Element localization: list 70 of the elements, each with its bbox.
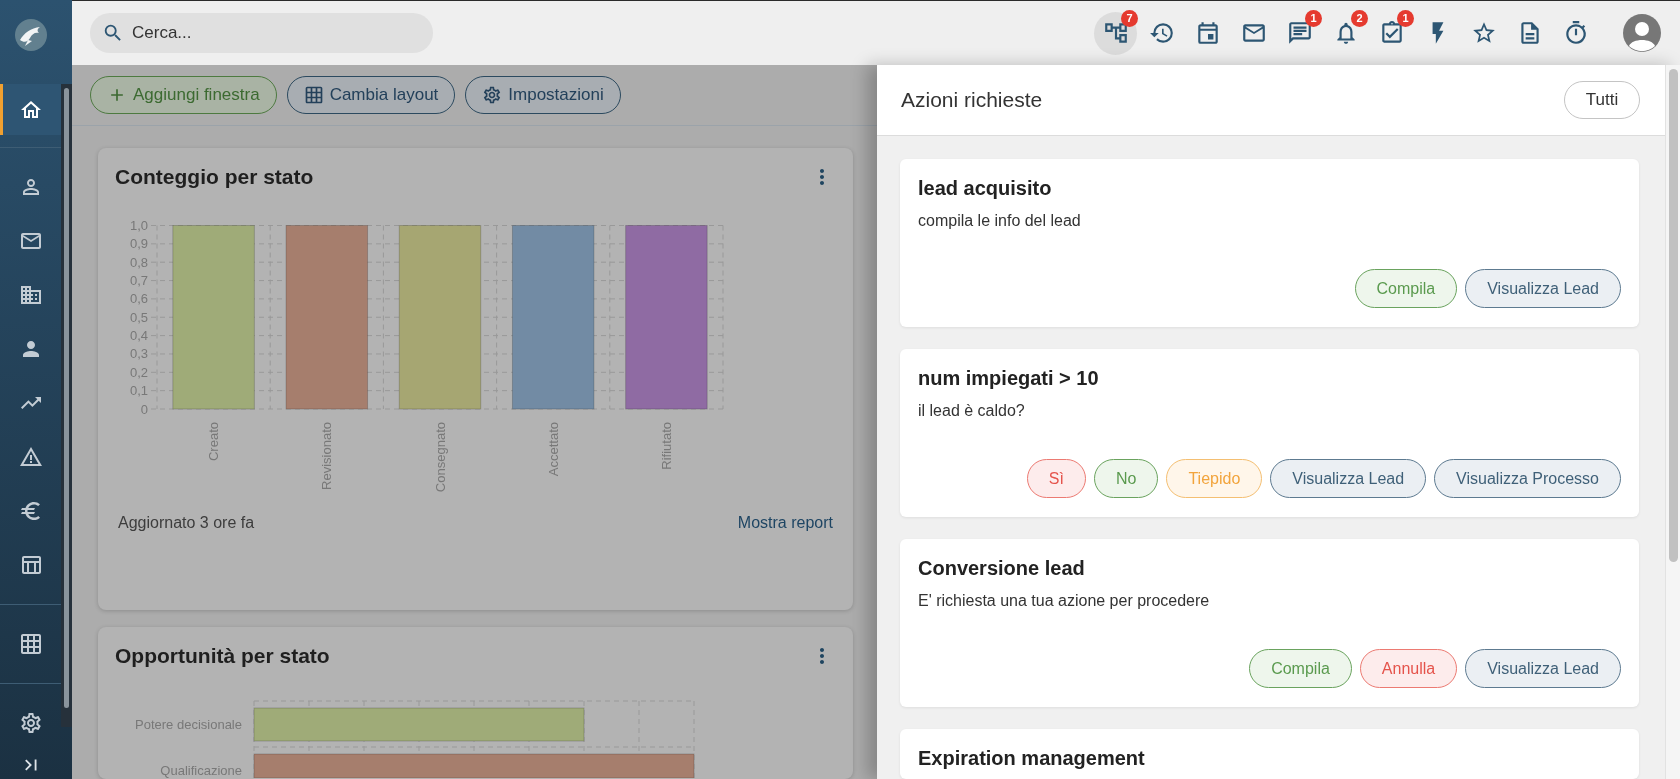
action-button[interactable]: Compila xyxy=(1354,269,1458,308)
scrollbar-thumb[interactable] xyxy=(64,88,69,708)
widget-title: Opportunità per stato xyxy=(115,643,330,669)
action-title: Expiration management xyxy=(918,746,1146,771)
action-button[interactable]: Visualizza Lead xyxy=(1270,459,1427,498)
notification-badge: 1 xyxy=(1305,9,1322,27)
grid-icon xyxy=(303,85,324,105)
bar-label: Potere decisionale xyxy=(135,716,242,732)
panel-title: Azioni richieste xyxy=(901,87,1043,114)
action-button[interactable]: Visualizza Lead xyxy=(1465,269,1621,308)
action-button[interactable]: Visualizza Processo xyxy=(1434,459,1621,498)
y-axis-label: 0,9 xyxy=(129,236,148,252)
action-title: Conversione lead xyxy=(918,556,1086,581)
bar-label: Qualificazione xyxy=(160,762,242,778)
action-button[interactable]: Annulla xyxy=(1359,649,1458,688)
search-icon xyxy=(102,22,124,44)
search-field[interactable]: Cerca... xyxy=(90,13,433,53)
x-axis-label: Revisionato xyxy=(319,422,335,490)
settings-icon xyxy=(482,85,503,105)
scrollbar-thumb[interactable] xyxy=(1668,69,1678,562)
updated-time: Aggiornato 3 ore fa xyxy=(118,513,255,533)
y-axis-label: 0,3 xyxy=(129,346,148,362)
x-axis-label: Rifiutato xyxy=(658,422,674,470)
toolbar-button[interactable]: 1 xyxy=(1370,11,1413,55)
action-title: num impiegati > 10 xyxy=(918,366,1100,391)
x-axis-label: Creato xyxy=(206,422,222,462)
logo-icon[interactable] xyxy=(14,19,47,51)
y-axis-label: 0,2 xyxy=(129,364,148,380)
notification-badge: 1 xyxy=(1397,9,1414,27)
action-button[interactable]: No xyxy=(1094,459,1159,498)
avatar-icon[interactable] xyxy=(1623,14,1661,52)
building-icon xyxy=(18,283,43,307)
chat-icon xyxy=(1286,20,1313,46)
toolbar-button[interactable]: 2 xyxy=(1324,11,1367,55)
toolbar-button[interactable]: 7 xyxy=(1094,11,1137,55)
widget-title: Conteggio per stato xyxy=(115,164,314,190)
action-button[interactable]: Compila xyxy=(1249,649,1352,688)
action-title: lead acquisito xyxy=(918,176,1053,201)
y-axis-label: 0,7 xyxy=(129,273,148,289)
toolbar-action-button[interactable]: Impostazioni xyxy=(465,76,621,114)
toolbar-action-button[interactable]: Cambia layout xyxy=(286,76,456,114)
action-description: compila le info del lead xyxy=(918,211,1082,231)
action-button[interactable]: Visualizza Lead xyxy=(1465,649,1621,688)
scrollbar-track[interactable] xyxy=(61,84,72,727)
y-axis-label: 0,5 xyxy=(129,309,148,325)
grid-icon xyxy=(18,632,43,656)
y-axis-label: 0 xyxy=(140,401,148,417)
hierarchy-icon xyxy=(1102,20,1129,46)
y-axis-label: 0,4 xyxy=(129,328,148,344)
x-axis-label: Consegnato xyxy=(432,422,448,493)
y-axis-label: 1,0 xyxy=(129,218,148,233)
warning-icon xyxy=(18,445,43,469)
action-button[interactable]: Sì xyxy=(1026,459,1086,498)
y-axis-label: 0,8 xyxy=(129,254,148,270)
toolbar-action-button[interactable]: Aggiungi finestra xyxy=(90,76,277,114)
settings-icon xyxy=(18,711,43,735)
action-description: E' richiesta una tua azione per procedere xyxy=(918,591,1211,611)
action-description: il lead è caldo? xyxy=(918,401,1026,421)
show-report-link[interactable]: Mostra report xyxy=(737,513,833,533)
notification-badge: 7 xyxy=(1121,9,1138,27)
x-axis-label: Accettato xyxy=(545,422,561,477)
y-axis-label: 0,6 xyxy=(129,291,148,307)
scrollbar-track[interactable] xyxy=(1665,65,1680,779)
history-icon xyxy=(1148,20,1175,46)
filter-button[interactable]: Tutti xyxy=(1564,81,1640,119)
euro-icon xyxy=(18,499,43,523)
toolbar-button[interactable]: 1 xyxy=(1278,11,1321,55)
sidebar-item[interactable] xyxy=(0,84,61,135)
y-axis-label: 0,1 xyxy=(129,383,148,399)
notification-badge: 2 xyxy=(1351,9,1368,27)
